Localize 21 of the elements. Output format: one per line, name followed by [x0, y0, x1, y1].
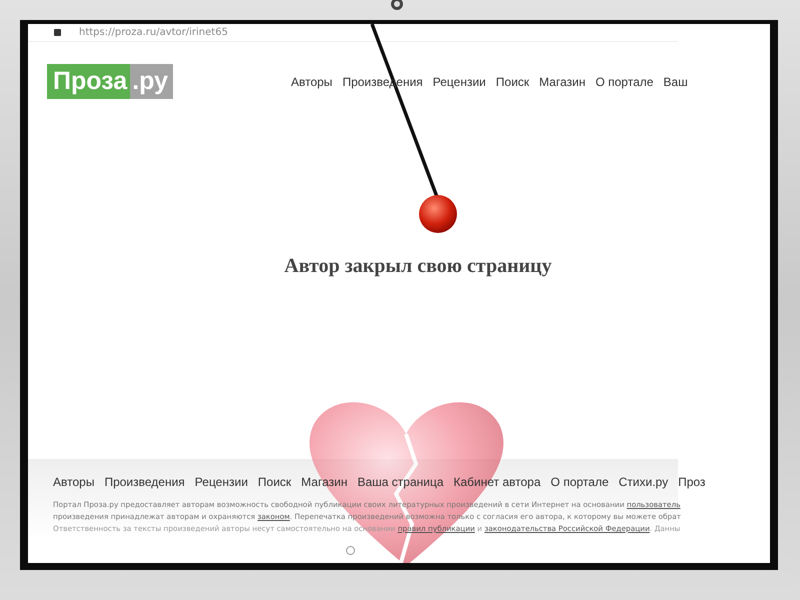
footer-link[interactable]: Проз [678, 473, 706, 491]
circle-icon [346, 546, 355, 555]
nav-link[interactable]: О портале [595, 72, 654, 90]
nav-link[interactable]: Магазин [539, 72, 586, 90]
footer-link[interactable]: Стихи.ру [618, 473, 668, 491]
nav-link[interactable]: Рецензии [432, 72, 486, 90]
nav-link[interactable]: Поиск [496, 72, 530, 90]
footer-link[interactable]: О портале [550, 473, 609, 491]
pendulum-ball-icon [419, 195, 457, 233]
lock-icon [54, 29, 61, 36]
footer-link[interactable]: Авторы [53, 473, 94, 491]
footer-link[interactable]: Магазин [301, 473, 348, 491]
camera-icon [391, 0, 403, 10]
nav-link[interactable]: Авторы [290, 72, 332, 90]
nav-link[interactable]: Ваш [663, 72, 688, 90]
footer-link[interactable]: Ваша страница [357, 473, 444, 491]
footer-link[interactable]: Произведения [104, 473, 185, 491]
footer-link[interactable]: Кабинет автора [454, 473, 541, 491]
footer-link[interactable]: Поиск [258, 473, 292, 491]
footer-link[interactable]: Рецензии [194, 473, 248, 491]
closed-page-message: Автор закрыл свою страницу [283, 254, 553, 279]
